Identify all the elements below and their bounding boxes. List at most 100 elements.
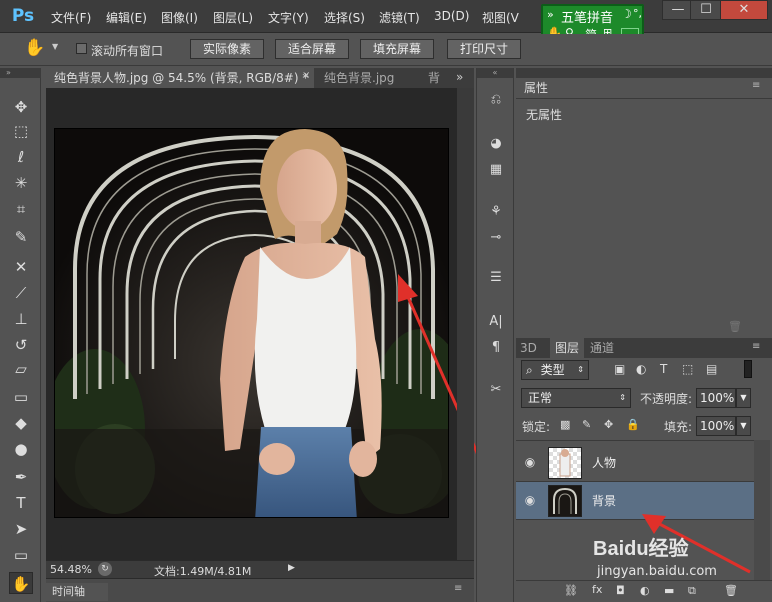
fill-field[interactable]: 100%	[696, 416, 736, 436]
tab-document-3[interactable]: 背	[420, 68, 440, 88]
move-icon[interactable]: ✥	[9, 96, 33, 118]
type-icon[interactable]: T	[9, 492, 33, 514]
lock-all-icon[interactable]: 🔒	[626, 418, 640, 431]
layer-name[interactable]: 背景	[592, 492, 616, 509]
hand-icon[interactable]: ✋	[9, 572, 33, 594]
marquee-icon[interactable]: ⬚	[9, 120, 33, 142]
history-brush-icon[interactable]: ↺	[9, 334, 33, 356]
fill-dropdown-icon[interactable]: ▼	[736, 416, 751, 436]
eyedropper-icon[interactable]: ✎	[9, 226, 33, 248]
menu-type[interactable]: 文字(Y)	[268, 9, 309, 27]
menu-file[interactable]: 文件(F)	[51, 9, 91, 27]
opacity-label: 不透明度:	[640, 392, 693, 406]
tools-collapse-icon[interactable]: »	[0, 68, 41, 78]
magic-wand-icon[interactable]: ✳	[9, 172, 33, 194]
blend-mode-value: 正常	[528, 391, 553, 405]
menu-layer[interactable]: 图层(L)	[213, 9, 253, 27]
adjustments-icon[interactable]: ⊸	[485, 228, 507, 248]
healing-icon[interactable]: ✕	[9, 256, 33, 278]
tab-close-icon[interactable]: ×	[302, 70, 310, 81]
menu-edit[interactable]: 编辑(E)	[106, 9, 147, 27]
status-menu-icon[interactable]: ↻	[98, 562, 112, 576]
filter-adjustment-icon[interactable]: ◐	[636, 362, 646, 376]
tab-document-active[interactable]: 纯色背景人物.jpg @ 54.5% (背景, RGB/8#) *	[46, 68, 314, 88]
status-arrow-icon[interactable]: ▶	[288, 563, 295, 573]
tab-3d[interactable]: 3D	[520, 338, 548, 358]
zoom-level[interactable]: 54.48%	[50, 563, 92, 576]
lock-transparent-icon[interactable]: ▩	[560, 418, 570, 431]
menu-view[interactable]: 视图(V	[482, 9, 524, 27]
status-bar: 54.48% ↻ 文档:1.49M/4.81M ▶	[46, 560, 474, 578]
filter-toggle[interactable]	[744, 360, 752, 378]
timeline-tab[interactable]: 时间轴	[46, 583, 108, 601]
punctuation-icon[interactable]: °,	[633, 7, 642, 20]
dock-collapse-icon[interactable]: «	[477, 68, 513, 78]
menu-filter[interactable]: 滤镜(T)	[379, 9, 420, 27]
maximize-button[interactable]: ☐	[690, 0, 722, 20]
visibility-eye-icon[interactable]: ◉	[522, 455, 538, 469]
scroll-all-windows-checkbox[interactable]	[76, 43, 87, 54]
tabs-overflow-icon[interactable]: »	[456, 70, 463, 84]
layer-row[interactable]: ◉ 人物	[516, 444, 754, 482]
character-icon[interactable]: A|	[485, 312, 507, 332]
properties-content: 无属性	[526, 108, 563, 122]
half-width-icon[interactable]: ☽	[621, 7, 632, 21]
stamp-icon[interactable]: ⊥	[9, 308, 33, 330]
color-icon[interactable]: ◕	[485, 134, 507, 154]
dodge-icon[interactable]: ●	[9, 438, 33, 460]
layer-filter-select[interactable]: ⌕ 类型 ⇕	[521, 360, 589, 380]
crop-icon[interactable]: ⌗	[9, 198, 33, 220]
filter-shape-icon[interactable]: ⬚	[682, 362, 693, 376]
panel-menu-icon[interactable]: ≡	[752, 341, 760, 352]
paragraph-icon[interactable]: ¶	[485, 338, 507, 358]
lock-pixels-icon[interactable]: ✎	[582, 418, 591, 431]
filter-type-icon[interactable]: T	[660, 362, 667, 376]
tab-document-2[interactable]: 纯色背景.jpg	[316, 68, 424, 88]
search-icon: ⌕	[526, 363, 533, 377]
chevron-down-icon: ⇕	[619, 393, 626, 402]
filter-smart-icon[interactable]: ▤	[706, 362, 717, 376]
fill-screen-button[interactable]: 填充屏幕	[360, 39, 434, 59]
brushes-icon[interactable]: ⚘	[485, 202, 507, 222]
panel-menu-icon[interactable]: ≡	[454, 583, 462, 594]
blur-icon[interactable]: ◆	[9, 412, 33, 434]
history-icon[interactable]: ⎌	[485, 90, 507, 110]
path-select-icon[interactable]: ➤	[9, 518, 33, 540]
opacity-dropdown-icon[interactable]: ▼	[736, 388, 751, 408]
filter-pixel-icon[interactable]: ▣	[614, 362, 625, 376]
tab-channels[interactable]: 通道	[590, 338, 624, 358]
menu-3d[interactable]: 3D(D)	[434, 9, 469, 27]
layer-name[interactable]: 人物	[592, 454, 616, 471]
expand-icon[interactable]: »	[547, 8, 554, 21]
fit-screen-button[interactable]: 适合屏幕	[275, 39, 349, 59]
menu-image[interactable]: 图像(I)	[161, 9, 198, 27]
blend-mode-select[interactable]: 正常 ⇕	[521, 388, 631, 408]
link-icon[interactable]: ⛓	[564, 584, 578, 597]
lock-position-icon[interactable]: ✥	[604, 418, 613, 431]
tools-panel: » ✥ ⬚ ℓ ✳ ⌗ ✎ ✕ ⟋ ⊥ ↺ ▱ ▭ ◆ ● ✒ T ➤ ▭ ✋	[0, 68, 41, 602]
opacity-field[interactable]: 100%	[696, 388, 736, 408]
brush-icon[interactable]: ⟋	[9, 282, 33, 304]
lock-label: 锁定:	[522, 420, 551, 434]
pen-icon[interactable]: ✒	[9, 466, 33, 488]
styles-icon[interactable]: ☰	[485, 268, 507, 288]
close-button[interactable]: ✕	[720, 0, 768, 20]
filter-kind: 类型	[540, 363, 565, 377]
visibility-eye-icon[interactable]: ◉	[522, 493, 538, 507]
gradient-icon[interactable]: ▭	[9, 386, 33, 408]
panel-menu-icon[interactable]: ≡	[752, 80, 760, 91]
vertical-scrollbar[interactable]	[457, 88, 474, 560]
print-size-button[interactable]: 打印尺寸	[447, 39, 521, 59]
menu-select[interactable]: 选择(S)	[324, 9, 365, 27]
actual-pixels-button[interactable]: 实际像素	[190, 39, 264, 59]
tool-preset-dropdown-icon[interactable]: ▼	[52, 42, 58, 51]
hand-tool-icon[interactable]: ✋	[24, 38, 45, 58]
tab-layers[interactable]: 图层	[550, 338, 584, 358]
eraser-icon[interactable]: ▱	[9, 358, 33, 380]
tab-properties[interactable]: 属性	[520, 78, 560, 98]
lasso-icon[interactable]: ℓ	[9, 146, 33, 168]
shape-icon[interactable]: ▭	[9, 544, 33, 566]
swatches-icon[interactable]: ▦	[485, 160, 507, 180]
canvas-area[interactable]	[46, 88, 500, 560]
tool-presets-icon[interactable]: ✂	[485, 380, 507, 400]
